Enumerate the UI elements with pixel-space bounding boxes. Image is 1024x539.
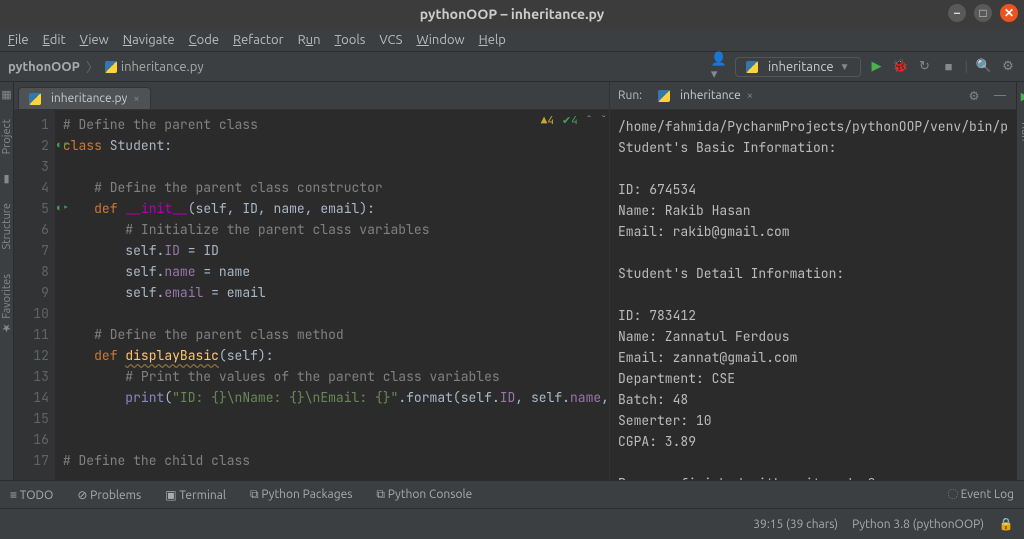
main-area: ▦ Project ▮ Structure ★ Favorites inheri… — [0, 82, 1024, 480]
menu-window[interactable]: Window — [416, 33, 464, 47]
run-button[interactable]: ▶ — [869, 59, 885, 75]
menu-file[interactable]: File — [8, 33, 29, 47]
python-interpreter[interactable]: Python 3.8 (pythonOOP) — [852, 518, 984, 531]
inspections-widget[interactable]: ▲4 ✔4 ˆ ˇ — [541, 114, 607, 128]
close-icon[interactable]: × — [133, 93, 139, 105]
run-settings-icon[interactable]: ⚙ — [966, 88, 982, 104]
menu-edit[interactable]: Edit — [43, 33, 66, 47]
breadcrumb-project[interactable]: pythonOOP — [8, 60, 80, 74]
debug-button[interactable]: 🐞 — [893, 59, 909, 75]
navigation-bar: pythonOOP 〉 inheritance.py 👤▾ inheritanc… — [0, 52, 1024, 82]
window-maximize-button[interactable]: □ — [974, 4, 992, 22]
python-packages-tool-tab[interactable]: ⧉ Python Packages — [250, 488, 352, 502]
editor-tab-label: inheritance.py — [51, 92, 127, 105]
problems-tool-tab[interactable]: ⊘ Problems — [77, 488, 141, 502]
run-tool-tab[interactable]: Run — [1019, 116, 1024, 147]
event-log-button[interactable]: ◌ Event Log — [948, 488, 1014, 501]
structure-tool-tab[interactable]: Structure — [1, 197, 13, 256]
editor-tabs: inheritance.py × — [14, 82, 609, 110]
run-tool-window: Run: inheritance × ⚙ — /home/fahmida/Pyc… — [610, 82, 1016, 480]
run-tool-header: Run: inheritance × ⚙ — — [610, 82, 1016, 110]
run-tool-label: Run: — [618, 89, 642, 102]
lock-icon[interactable]: 🔒 — [998, 516, 1014, 532]
chevron-down-icon: ▼ — [840, 61, 850, 73]
search-everywhere-button[interactable]: 🔍 — [976, 59, 992, 75]
menu-run[interactable]: Run — [298, 33, 321, 47]
user-dropdown-icon[interactable]: 👤▾ — [711, 59, 727, 75]
menu-help[interactable]: Help — [479, 33, 506, 47]
favorites-tool-tab[interactable]: ★ Favorites — [0, 268, 13, 340]
run-config-name: inheritance — [768, 60, 834, 74]
window-close-button[interactable]: ✕ — [1000, 4, 1018, 22]
folder-icon[interactable]: ▮ — [3, 172, 9, 185]
settings-button[interactable]: ⚙ — [1000, 59, 1016, 75]
run-gutter-icon[interactable]: ◐▸ — [56, 198, 69, 219]
run-gutter-icon[interactable]: ◐▸ — [56, 135, 69, 156]
menu-view[interactable]: View — [80, 33, 109, 47]
python-icon — [658, 90, 670, 102]
minimize-tool-icon[interactable]: — — [992, 88, 1008, 104]
window-titlebar: pythonOOP – inheritance.py – □ ✕ — [0, 0, 1024, 28]
editor-gutter: 1 2 3 4 5 6 7 8 9 10 11 12 13 14 15 16 1… — [14, 110, 55, 480]
python-file-icon — [105, 61, 117, 73]
close-icon[interactable]: × — [747, 90, 753, 102]
menu-tools[interactable]: Tools — [335, 33, 366, 47]
project-tool-tab[interactable]: Project — [1, 113, 13, 160]
window-title: pythonOOP – inheritance.py — [420, 6, 604, 22]
status-bar: 39:15 (39 chars) Python 3.8 (pythonOOP) … — [0, 508, 1024, 539]
todo-tool-tab[interactable]: ≡ TODO — [10, 488, 53, 502]
run-tab-label: inheritance — [680, 89, 741, 102]
breadcrumb: pythonOOP 〉 inheritance.py — [8, 57, 204, 76]
project-tool-icon[interactable]: ▦ — [1, 88, 11, 101]
right-tool-strip: ▶ Run — [1016, 82, 1024, 480]
python-console-tool-tab[interactable]: ⧉ Python Console — [376, 488, 472, 502]
editor-tab-inheritance[interactable]: inheritance.py × — [18, 87, 151, 109]
editor-panel: inheritance.py × 1 2 3 4 5 6 7 8 9 10 11… — [14, 82, 610, 480]
run-output[interactable]: /home/fahmida/PycharmProjects/pythonOOP/… — [610, 110, 1016, 480]
caret-position[interactable]: 39:15 (39 chars) — [753, 518, 838, 531]
window-minimize-button[interactable]: – — [948, 4, 966, 22]
bottom-tool-tabs: ≡ TODO ⊘ Problems ▣ Terminal ⧉ Python Pa… — [0, 480, 1024, 508]
editor-body[interactable]: 1 2 3 4 5 6 7 8 9 10 11 12 13 14 15 16 1… — [14, 110, 609, 480]
terminal-tool-tab[interactable]: ▣ Terminal — [165, 488, 226, 502]
menu-navigate[interactable]: Navigate — [123, 33, 175, 47]
python-file-icon — [29, 93, 41, 105]
stop-button[interactable]: ■ — [941, 59, 957, 75]
menu-vcs[interactable]: VCS — [379, 33, 402, 47]
rerun-button[interactable]: ↻ — [917, 59, 933, 75]
breadcrumb-file[interactable]: inheritance.py — [105, 60, 204, 74]
code-area[interactable]: # Define the parent class class Student:… — [55, 110, 609, 480]
menu-refactor[interactable]: Refactor — [233, 33, 284, 47]
run-config-selector[interactable]: inheritance ▼ — [735, 57, 861, 77]
python-icon — [746, 61, 758, 73]
menubar: File Edit View Navigate Code Refactor Ru… — [0, 28, 1024, 52]
run-strip-icon[interactable]: ▶ — [1017, 88, 1024, 104]
menu-code[interactable]: Code — [189, 33, 219, 47]
run-tab-inheritance[interactable]: inheritance × — [652, 85, 759, 106]
left-tool-strip: ▦ Project ▮ Structure ★ Favorites — [0, 82, 14, 480]
